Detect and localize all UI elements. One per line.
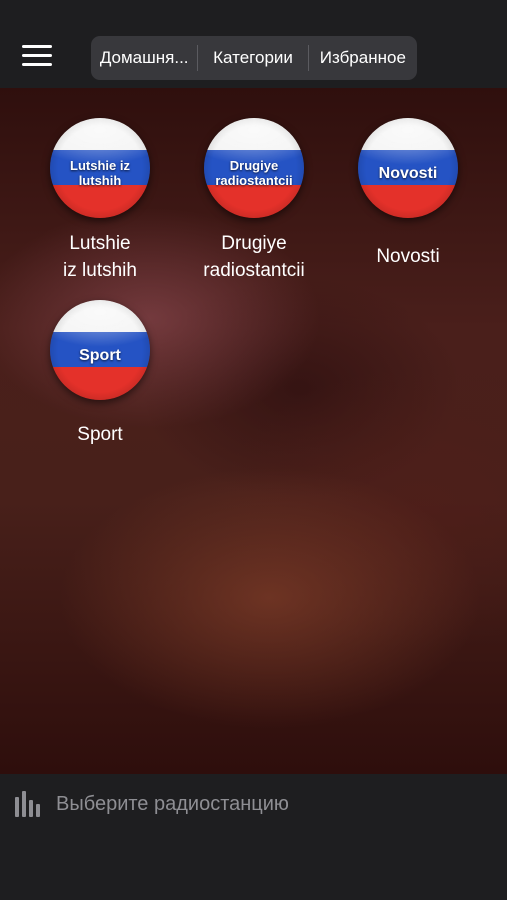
russian-flag-icon: Novosti	[358, 118, 458, 218]
player-status-text: Выберите радиостанцию	[56, 793, 289, 815]
station-icon-text: Lutshie iz lutshih	[70, 158, 130, 188]
station-label: Sport	[77, 424, 123, 445]
tab-home[interactable]: Домашня...	[91, 36, 197, 80]
tab-categories[interactable]: Категории	[198, 36, 307, 80]
station-item-novosti[interactable]: Novosti Novosti	[333, 118, 483, 270]
station-grid: Lutshie iz lutshih Lutshie iz lutshih Dr…	[0, 88, 507, 774]
menu-line	[22, 63, 52, 66]
russian-flag-icon: Sport	[50, 300, 150, 400]
menu-line	[22, 54, 52, 57]
station-icon-text: Drugiye radiostantcii	[215, 158, 293, 188]
equalizer-icon	[15, 791, 40, 817]
section-segmented-control: Домашня... Категории Избранное	[91, 36, 417, 80]
station-label: Lutshie iz lutshih	[63, 233, 137, 281]
menu-line	[22, 45, 52, 48]
station-icon-text: Sport	[79, 346, 121, 364]
app-screen: Домашня... Категории Избранное Lutshie i…	[0, 0, 507, 900]
station-label: Novosti	[376, 246, 440, 267]
russian-flag-icon: Drugiye radiostantcii	[204, 118, 304, 218]
russian-flag-icon: Lutshie iz lutshih	[50, 118, 150, 218]
hamburger-menu-icon[interactable]	[20, 43, 54, 69]
station-item-lutshie[interactable]: Lutshie iz lutshih Lutshie iz lutshih	[25, 118, 175, 284]
top-navigation-bar: Домашня... Категории Избранное	[0, 0, 507, 88]
station-item-sport[interactable]: Sport Sport	[25, 300, 175, 448]
station-label[interactable]: Drugiye radiostantcii	[179, 230, 329, 284]
station-item-drugiye[interactable]: Drugiye radiostantcii Drugiye radiostant…	[179, 118, 329, 284]
tab-favorites[interactable]: Избранное	[309, 36, 417, 80]
station-icon-text: Novosti	[378, 164, 438, 182]
